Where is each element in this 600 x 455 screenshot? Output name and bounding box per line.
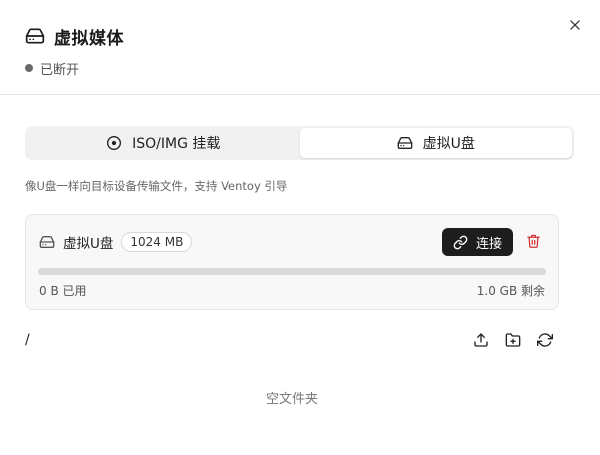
tab-label: 虚拟U盘 [422, 136, 475, 152]
hard-drive-icon [25, 26, 45, 46]
connect-label: 连接 [475, 236, 502, 252]
hard-drive-icon [397, 135, 413, 151]
close-button[interactable] [565, 15, 585, 35]
upload-icon [473, 332, 489, 348]
virtual-usb-card: 虚拟U盘 1024 MB 连接 0 B 已用 1.0 GB 剩余 [25, 214, 559, 310]
tab-iso-img-mount[interactable]: ISO/IMG 挂载 [27, 128, 300, 158]
media-type-tabs: ISO/IMG 挂载 虚拟U盘 [25, 126, 574, 160]
refresh-button[interactable] [536, 331, 554, 349]
dialog-header: 虚拟媒体 已断开 [0, 0, 600, 95]
connect-button[interactable]: 连接 [442, 228, 513, 256]
new-folder-button[interactable] [504, 331, 522, 349]
current-path: / [25, 332, 30, 348]
trash-icon [526, 233, 541, 249]
upload-button[interactable] [472, 331, 490, 349]
usb-name: 虚拟U盘 [63, 236, 114, 252]
status-dot [25, 64, 33, 72]
virtual-media-dialog: 虚拟媒体 已断开 ISO/IMG 挂载 虚拟U盘 像U盘一样向目标设备传输文件，… [0, 0, 600, 455]
used-space: 0 B 已用 [39, 284, 87, 298]
usb-description: 像U盘一样向目标设备传输文件，支持 Ventoy 引导 [25, 179, 288, 193]
empty-folder-message: 空文件夹 [265, 392, 318, 407]
title-row: 虚拟媒体 [25, 24, 124, 49]
connection-status: 已断开 [25, 59, 80, 78]
tab-virtual-usb[interactable]: 虚拟U盘 [299, 128, 572, 158]
size-badge: 1024 MB [121, 232, 193, 252]
disc-icon [106, 135, 122, 151]
refresh-icon [537, 332, 553, 348]
usb-card-header: 虚拟U盘 1024 MB [39, 231, 193, 253]
status-text: 已断开 [40, 62, 80, 78]
hard-drive-icon [39, 234, 55, 250]
delete-button[interactable] [524, 232, 542, 250]
new-folder-icon [505, 332, 521, 348]
link-icon [453, 235, 468, 250]
remaining-space: 1.0 GB 剩余 [476, 284, 545, 298]
tab-label: ISO/IMG 挂载 [132, 136, 221, 152]
storage-progress-bar [38, 268, 546, 275]
close-icon [568, 18, 582, 32]
dialog-title: 虚拟媒体 [54, 28, 124, 49]
